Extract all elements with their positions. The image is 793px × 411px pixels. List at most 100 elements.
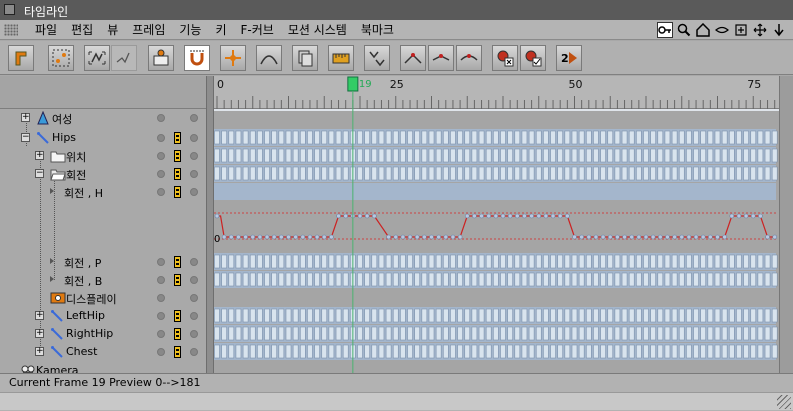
key-delete-icon[interactable] (492, 45, 518, 71)
ruler-icon[interactable] (328, 45, 354, 71)
play-2x-icon[interactable]: 2 (556, 45, 582, 71)
expand-icon[interactable]: + (35, 329, 44, 338)
magnet-snap-icon[interactable] (184, 45, 210, 71)
home-icon[interactable] (695, 22, 711, 38)
record-key-icon[interactable] (8, 45, 34, 71)
tree-row[interactable]: 디스플레이 (0, 289, 206, 307)
keyframe-track-icon[interactable] (174, 186, 181, 198)
animate-icon[interactable] (220, 45, 246, 71)
solo-dot-icon[interactable] (190, 152, 198, 160)
keyframe-track-icon[interactable] (174, 168, 181, 180)
vertical-scrollbar[interactable] (779, 76, 793, 373)
key-view-icon[interactable] (657, 22, 673, 38)
solo-dot-icon[interactable] (190, 170, 198, 178)
expand-icon[interactable]: + (21, 113, 30, 122)
timeline-pane[interactable]: 0 25 50 75 19 0 (214, 76, 779, 373)
lock-dot-icon[interactable] (157, 312, 165, 320)
move-icon[interactable] (752, 22, 768, 38)
tree-row[interactable]: + 위치 (0, 147, 206, 165)
collapse-icon[interactable]: − (21, 133, 30, 142)
lock-dot-icon[interactable] (157, 348, 165, 356)
solo-dot-icon[interactable] (190, 114, 198, 122)
curve-key (264, 234, 270, 240)
linear-mode-icon[interactable] (111, 45, 137, 71)
grip-icon[interactable] (4, 24, 18, 36)
tangent-linear-icon[interactable] (428, 45, 454, 71)
menu-item[interactable]: 뷰 (100, 22, 125, 38)
expand-icon[interactable]: + (35, 151, 44, 160)
menu-item[interactable]: 기능 (172, 22, 208, 38)
track-arrow-icon[interactable] (50, 276, 54, 282)
lock-dot-icon[interactable] (157, 188, 165, 196)
tangent-soft-icon[interactable] (456, 45, 482, 71)
keyframe-track-icon[interactable] (174, 274, 181, 286)
lock-dot-icon[interactable] (157, 294, 165, 302)
fit-icon[interactable] (733, 22, 749, 38)
tree-row[interactable]: − Hips (0, 129, 206, 147)
keyframe (643, 148, 649, 163)
solo-dot-icon[interactable] (190, 134, 198, 142)
tangent-icon[interactable] (400, 45, 426, 71)
keyframe-track-icon[interactable] (174, 150, 181, 162)
tree-row[interactable]: + Chest (0, 343, 206, 361)
keyframe-track-icon[interactable] (174, 132, 181, 144)
key-ok-icon[interactable] (520, 45, 546, 71)
curve-icon[interactable] (256, 45, 282, 71)
track-arrow-icon[interactable] (50, 258, 54, 264)
track-arrow-icon[interactable] (50, 188, 54, 194)
solo-dot-icon[interactable] (190, 330, 198, 338)
resize-grip-icon[interactable] (777, 395, 791, 409)
take-icon[interactable] (148, 45, 174, 71)
lock-dot-icon[interactable] (157, 170, 165, 178)
solo-dot-icon[interactable] (190, 294, 198, 302)
expand-icon[interactable]: + (35, 347, 44, 356)
solo-dot-icon[interactable] (190, 258, 198, 266)
menu-item[interactable]: 모션 시스템 (281, 22, 354, 38)
lock-dot-icon[interactable] (157, 276, 165, 284)
keyframe-track-icon[interactable] (174, 328, 181, 340)
lock-dot-icon[interactable] (157, 134, 165, 142)
sort-icon[interactable] (364, 45, 390, 71)
tree-row[interactable]: + LeftHip (0, 307, 206, 325)
keyframe (643, 272, 649, 287)
fcurve-mode-icon[interactable] (84, 45, 110, 71)
solo-dot-icon[interactable] (190, 312, 198, 320)
key-tracks[interactable]: 0 (214, 109, 779, 373)
close-box-icon[interactable] (4, 4, 15, 15)
lock-dot-icon[interactable] (157, 258, 165, 266)
tree-row[interactable]: + 여성 (0, 109, 206, 127)
menu-item[interactable]: 북마크 (354, 22, 401, 38)
horizontal-scrollbar[interactable] (0, 392, 793, 410)
lock-dot-icon[interactable] (157, 330, 165, 338)
keyframe (214, 326, 220, 341)
keyframe-track-icon[interactable] (174, 256, 181, 268)
pane-divider[interactable] (206, 76, 214, 373)
magnify-icon[interactable] (676, 22, 692, 38)
solo-dot-icon[interactable] (190, 348, 198, 356)
keyframe (657, 148, 664, 163)
frame-ruler[interactable]: 0 25 50 75 19 (214, 76, 779, 109)
menu-item[interactable]: F-커브 (234, 22, 281, 38)
menu-item[interactable]: 키 (208, 22, 233, 38)
tree-row[interactable]: 회전 , B (0, 271, 206, 289)
tree-row[interactable]: − 회전 (0, 165, 206, 183)
curve-key (257, 234, 263, 240)
tree-row[interactable]: + RightHip (0, 325, 206, 343)
tree-row[interactable]: 회전 , H (0, 183, 206, 201)
keyframe-track-icon[interactable] (174, 346, 181, 358)
menu-item[interactable]: 파일 (28, 22, 64, 38)
expand-icon[interactable]: + (35, 311, 44, 320)
select-keys-icon[interactable] (48, 45, 74, 71)
lock-dot-icon[interactable] (157, 114, 165, 122)
tree-row[interactable]: 회전 , P (0, 253, 206, 271)
keyframe-track-icon[interactable] (174, 310, 181, 322)
layer-icon[interactable] (292, 45, 318, 71)
solo-dot-icon[interactable] (190, 276, 198, 284)
arrow-down-icon[interactable] (771, 22, 787, 38)
lock-dot-icon[interactable] (157, 152, 165, 160)
zoom-icon[interactable] (714, 22, 730, 38)
menu-item[interactable]: 프레임 (125, 22, 172, 38)
menu-item[interactable]: 편집 (64, 22, 100, 38)
solo-dot-icon[interactable] (190, 188, 198, 196)
collapse-icon[interactable]: − (35, 169, 44, 178)
